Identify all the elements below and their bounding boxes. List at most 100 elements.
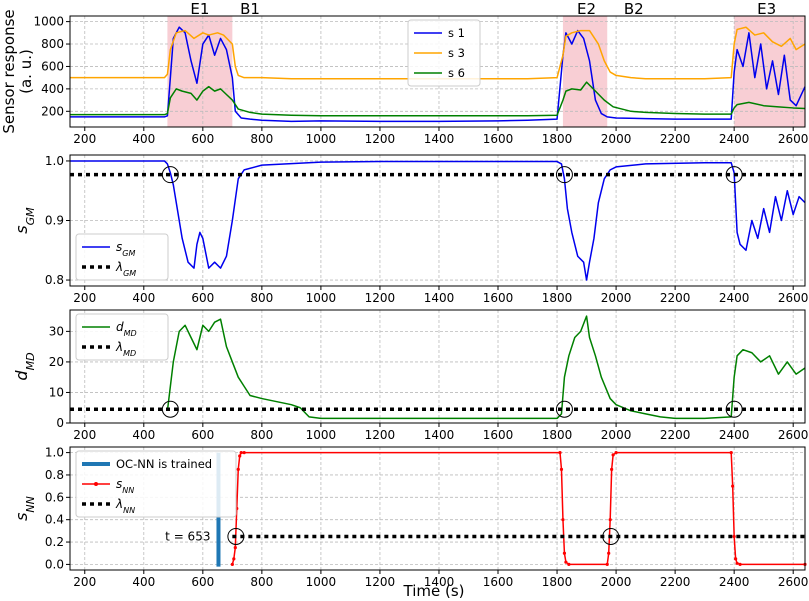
y-axis-label: sGM (12, 207, 37, 234)
x-tick-label: 600 (191, 428, 214, 442)
x-tick-label: 1000 (306, 428, 337, 442)
series-point (610, 467, 614, 471)
series-point (614, 450, 618, 455)
x-tick-label: 2400 (719, 132, 750, 146)
x-tick-label: 800 (250, 575, 273, 589)
y-axis-label: sNN (12, 496, 37, 521)
x-tick-label: 1600 (483, 575, 514, 589)
series-line (231, 451, 805, 566)
series-point (238, 454, 242, 458)
y-tick-label: 0.9 (45, 214, 64, 228)
series-point (242, 450, 246, 455)
y-tick-label: 20 (49, 355, 64, 369)
y-tick-label: 800 (41, 37, 64, 51)
x-tick-label: 1200 (365, 575, 396, 589)
legend-marker (94, 482, 98, 486)
x-tick-label: 2200 (660, 291, 691, 305)
y-tick-label: 0.4 (45, 513, 64, 527)
event-label: B1 (240, 0, 260, 18)
y-tick-label: 1000 (33, 15, 64, 29)
series-point (732, 534, 736, 539)
x-tick-label: 2600 (778, 291, 809, 305)
y-tick-label: 0.8 (45, 468, 64, 482)
x-tick-label: 1800 (542, 428, 573, 442)
x-tick-label: 200 (73, 575, 96, 589)
y-axis-label: Sensor response (0, 9, 18, 133)
x-tick-label: 1000 (306, 575, 337, 589)
train-time-label: t = 653 (165, 529, 210, 543)
y-tick-label: 0.6 (45, 490, 64, 504)
x-tick-label: 800 (250, 132, 273, 146)
x-tick-label: 800 (250, 291, 273, 305)
legend-label: OC-NN is trained (116, 457, 212, 471)
legend-label: s 6 (448, 66, 465, 80)
plot-frame (69, 309, 806, 424)
x-tick-label: 2200 (660, 132, 691, 146)
x-tick-label: 1600 (483, 132, 514, 146)
x-tick-label: 1000 (306, 291, 337, 305)
x-axis-label: Time (s) (403, 582, 465, 600)
x-tick-label: 600 (191, 291, 214, 305)
x-tick-label: 600 (191, 132, 214, 146)
event-label: E3 (757, 0, 776, 18)
x-tick-label: 600 (191, 575, 214, 589)
y-tick-label: 0.2 (45, 535, 64, 549)
x-tick-label: 2000 (601, 575, 632, 589)
legend-label: s 3 (448, 46, 465, 60)
series-point (558, 450, 562, 455)
y-tick-label: 600 (41, 59, 64, 73)
y-tick-label: 0 (56, 416, 64, 430)
series-point (731, 484, 735, 488)
x-tick-label: 400 (132, 291, 155, 305)
x-tick-label: 1000 (306, 132, 337, 146)
x-tick-label: 2400 (719, 291, 750, 305)
series-point (559, 467, 564, 471)
x-tick-label: 2600 (778, 575, 809, 589)
series-point (562, 551, 567, 555)
panel-d-md: 200 400 600 800 1000 1200 1400 1600 1800 2000 2200… (12, 309, 808, 442)
x-tick-label: 200 (73, 428, 96, 442)
x-tick-label: 2200 (660, 428, 691, 442)
y-axis-label: (a. u.) (17, 49, 35, 94)
x-tick-label: 2400 (719, 428, 750, 442)
series-point (608, 518, 612, 522)
x-tick-label: 800 (250, 428, 273, 442)
event-label: E1 (190, 0, 209, 18)
series-point (561, 518, 565, 522)
x-tick-label: 1600 (483, 291, 514, 305)
x-tick-label: 200 (73, 291, 96, 305)
x-tick-label: 1800 (542, 575, 573, 589)
series-point (239, 450, 243, 455)
x-tick-label: 1800 (542, 291, 573, 305)
series-point (734, 557, 738, 561)
figure: 200 400 600 800 1000 1200 1400 1600 1800 2000 2200… (0, 0, 809, 600)
event-label: E2 (577, 0, 596, 18)
x-tick-label: 2000 (601, 428, 632, 442)
panel-s-gm: 200 400 600 800 1000 1200 1400 1600 1800 2000 2200… (12, 154, 808, 305)
series-point (607, 551, 611, 555)
y-tick-label: 0.0 (45, 557, 64, 571)
x-tick-label: 1200 (365, 132, 396, 146)
legend-label: s 1 (448, 26, 465, 40)
x-tick-label: 2000 (601, 291, 632, 305)
x-tick-label: 1400 (424, 291, 455, 305)
x-tick-label: 200 (73, 132, 96, 146)
x-tick-label: 1200 (365, 291, 396, 305)
x-tick-label: 2000 (601, 132, 632, 146)
x-tick-label: 2200 (660, 575, 691, 589)
x-tick-label: 1400 (424, 132, 455, 146)
y-tick-label: 30 (49, 324, 64, 338)
series-point (738, 562, 742, 567)
x-tick-label: 1600 (483, 428, 514, 442)
series-point (735, 561, 739, 565)
y-tick-label: 400 (41, 82, 64, 96)
series-point (232, 557, 236, 561)
series-point (564, 560, 568, 564)
x-tick-label: 400 (132, 575, 155, 589)
series-point (233, 546, 237, 550)
panel-sensor-response: 200 400 600 800 1000 1200 1400 1600 1800 2000 2200… (0, 0, 808, 146)
x-tick-label: 2400 (719, 575, 750, 589)
series-point (611, 453, 615, 457)
y-tick-label: 0.8 (45, 273, 64, 287)
x-tick-label: 1800 (542, 132, 573, 146)
